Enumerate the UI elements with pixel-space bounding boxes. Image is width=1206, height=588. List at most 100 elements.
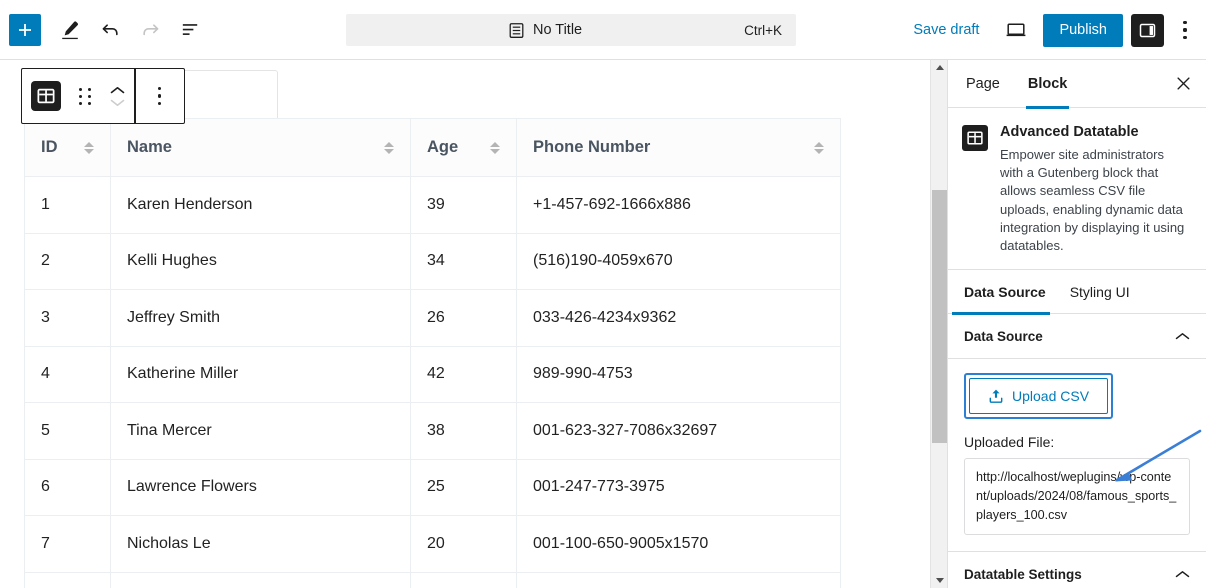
redo-button[interactable] <box>131 11 169 49</box>
cell-age: 20 <box>410 515 517 573</box>
cell-age: 34 <box>410 232 517 290</box>
settings-panel-icon <box>1139 23 1156 37</box>
editor-canvas: ID Name Age Phone Number 1 Karen Henders… <box>0 60 948 588</box>
cell-name: Katherine Miller <box>110 345 411 403</box>
table-row[interactable]: 2 Kelli Hughes 34 (516)190-4059x670 <box>24 232 841 290</box>
table-row[interactable]: 7 Nicholas Le 20 001-100-650-9005x1570 <box>24 515 841 573</box>
column-header-name[interactable]: Name <box>110 118 411 177</box>
sort-updown-icon[interactable] <box>84 141 94 154</box>
chevron-up-icon <box>1175 332 1190 339</box>
canvas-vertical-scrollbar[interactable] <box>930 60 947 588</box>
desktop-preview-icon <box>1007 23 1026 37</box>
command-bar-title: No Title <box>532 22 583 38</box>
uploaded-file-url[interactable]: http://localhost/weplugins/wp-content/up… <box>964 458 1190 536</box>
undo-button[interactable] <box>91 11 129 49</box>
wordpress-block-editor: No Title Ctrl+K Save draft Publish ID Na… <box>0 0 1206 588</box>
tab-page[interactable]: Page <box>952 60 1014 108</box>
pencil-icon <box>62 21 78 39</box>
cell-id: 3 <box>24 289 111 347</box>
table-row[interactable]: 5 Tina Mercer 38 001-623-327-7086x32697 <box>24 402 841 460</box>
upload-csv-button[interactable]: Upload CSV <box>969 378 1109 415</box>
cell-phone: 001-623-327-7086x32697 <box>516 402 841 460</box>
panel-data-source-header[interactable]: Data Source <box>948 314 1206 360</box>
kebab-menu-icon <box>1183 21 1187 39</box>
block-options-button[interactable] <box>136 69 184 123</box>
scroll-up-arrow-icon[interactable] <box>931 60 948 75</box>
editor-top-bar: No Title Ctrl+K Save draft Publish <box>0 0 1206 60</box>
settings-sidebar-toggle-button[interactable] <box>1131 13 1164 47</box>
panel-datatable-settings-header[interactable]: Datatable Settings <box>948 552 1206 588</box>
list-view-button[interactable] <box>171 11 209 49</box>
panel-data-source: Data Source Upload CSV Uploaded File: ht… <box>948 314 1206 551</box>
chevron-up-icon <box>1175 570 1190 577</box>
cell-id: 8 <box>24 571 111 588</box>
table-row[interactable]: 1 Karen Henderson 39 +1-457-692-1666x886 <box>24 176 841 234</box>
subtab-data-source[interactable]: Data Source <box>952 270 1058 315</box>
sort-updown-icon[interactable] <box>384 141 394 154</box>
block-movers[interactable] <box>100 69 134 123</box>
column-header-label: Age <box>427 138 459 156</box>
cell-phone: 989-990-4753 <box>516 345 841 403</box>
scroll-down-arrow-icon[interactable] <box>931 573 948 588</box>
cell-id: 4 <box>24 345 111 403</box>
chevron-up-icon <box>110 86 124 93</box>
editor-options-button[interactable] <box>1168 11 1202 49</box>
column-header-label: Name <box>127 138 172 156</box>
sort-updown-icon[interactable] <box>814 141 824 154</box>
table-glyph-icon <box>967 131 983 145</box>
save-draft-button[interactable]: Save draft <box>903 16 989 44</box>
uploaded-file-label: Uploaded File: <box>964 434 1055 451</box>
block-toolbar <box>21 68 185 124</box>
column-header-id[interactable]: ID <box>24 118 111 177</box>
table-row[interactable]: 8 <box>24 571 841 588</box>
block-type-button[interactable] <box>22 69 70 123</box>
cell-phone: 033-426-4234x9362 <box>516 289 841 347</box>
sidebar-tabs: Page Block <box>948 60 1206 109</box>
column-header-label: Phone Number <box>533 138 651 156</box>
cell-name <box>110 571 411 588</box>
column-header-age[interactable]: Age <box>410 118 517 177</box>
publish-button[interactable]: Publish <box>1043 13 1123 47</box>
drag-handle-icon <box>78 87 92 105</box>
cell-phone: (516)190-4059x670 <box>516 232 841 290</box>
upload-csv-focus-ring: Upload CSV <box>964 373 1114 420</box>
close-sidebar-button[interactable] <box>1166 67 1200 101</box>
command-bar-shortcut: Ctrl+K <box>744 22 782 38</box>
cell-name: Jeffrey Smith <box>110 289 411 347</box>
cell-age: 25 <box>410 458 517 516</box>
table-body: 1 Karen Henderson 39 +1-457-692-1666x886… <box>24 176 841 588</box>
tab-block[interactable]: Block <box>1014 60 1082 109</box>
table-row[interactable]: 3 Jeffrey Smith 26 033-426-4234x9362 <box>24 289 841 347</box>
cell-id: 7 <box>24 515 111 573</box>
cell-age: 26 <box>410 289 517 347</box>
command-bar[interactable]: No Title Ctrl+K <box>346 14 796 46</box>
column-header-phone[interactable]: Phone Number <box>516 118 841 177</box>
edit-mode-button[interactable] <box>51 11 89 49</box>
undo-arrow-icon <box>102 24 118 36</box>
sort-updown-icon[interactable] <box>490 141 500 154</box>
kebab-menu-icon <box>157 87 162 105</box>
table-row[interactable]: 4 Katherine Miller 42 989-990-4753 <box>24 345 841 403</box>
upload-icon <box>989 389 1003 404</box>
sidebar-subtabs: Data Source Styling UI <box>948 270 1206 315</box>
block-title: Advanced Datatable <box>1000 124 1139 140</box>
scrollbar-thumb[interactable] <box>932 190 947 443</box>
subtab-styling-ui[interactable]: Styling UI <box>1058 270 1142 314</box>
cell-age: 39 <box>410 176 517 234</box>
document-icon <box>509 22 524 38</box>
cell-name: Kelli Hughes <box>110 232 411 290</box>
panel-title: Datatable Settings <box>964 566 1082 582</box>
block-description: Empower site administrators with a Guten… <box>1000 147 1185 254</box>
redo-arrow-icon <box>142 24 158 36</box>
add-block-button[interactable] <box>9 13 41 46</box>
table-row[interactable]: 6 Lawrence Flowers 25 001-247-773-3975 <box>24 458 841 516</box>
settings-sidebar: Page Block Advanced Datatable Empower si… <box>947 60 1206 588</box>
preview-view-button[interactable] <box>999 13 1033 47</box>
cell-name: Karen Henderson <box>110 176 411 234</box>
block-drag-handle-button[interactable] <box>70 69 100 123</box>
advanced-datatable: ID Name Age Phone Number 1 Karen Henders… <box>24 118 841 588</box>
cell-age <box>410 571 517 588</box>
plus-icon <box>19 23 31 36</box>
upload-csv-label: Upload CSV <box>1012 388 1090 405</box>
cell-age: 38 <box>410 402 517 460</box>
